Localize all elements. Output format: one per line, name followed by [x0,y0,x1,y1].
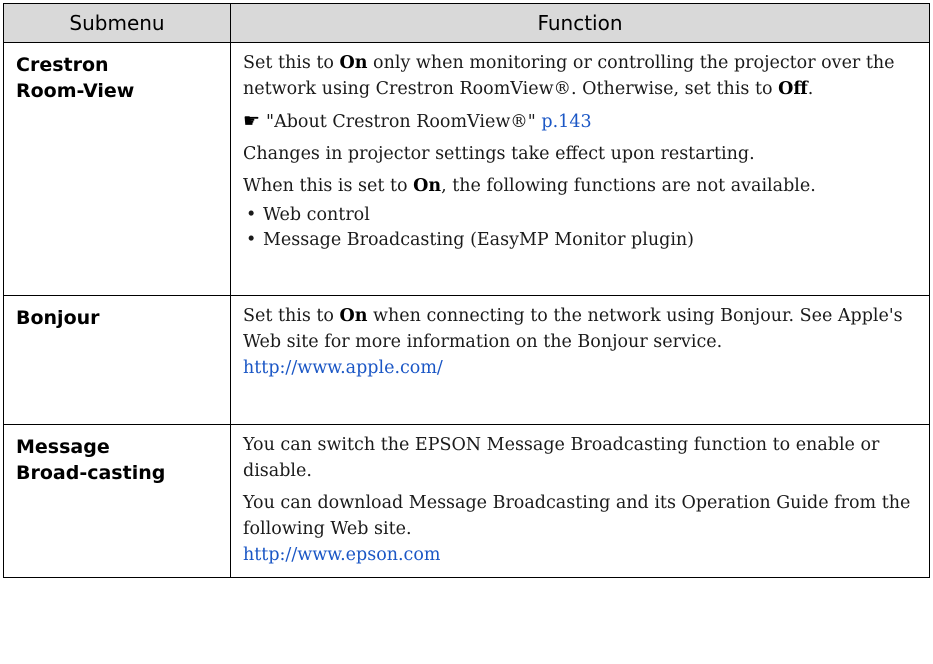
list-item: • Web control [243,203,921,228]
table-row-message-broadcasting: Message Broad-casting You can switch the… [3,424,930,578]
paragraph: Changes in projector settings take effec… [243,144,755,164]
function-crestron: Set this to On only when monitoring or c… [230,42,930,296]
table-row-bonjour: Bonjour Set this to On when connecting t… [3,295,930,425]
epson-website-link[interactable]: http://www.epson.com [243,542,921,568]
bullet-icon: • [246,230,257,250]
table-row-crestron: Crestron Room-View Set this to On only w… [3,42,930,296]
text: Set this to [243,306,340,326]
submenu-label: Message Broad-casting [16,436,166,484]
page-reference-link[interactable]: p.143 [541,112,591,132]
header-row: Submenu Function [3,3,930,43]
list-item-text: Message Broadcasting (EasyMP Monitor plu… [263,230,695,250]
paragraph: Set this to On when connecting to the ne… [243,303,921,355]
paragraph: When this is set to On, the following fu… [243,173,921,199]
text: . [807,79,814,99]
header-submenu: Submenu [3,3,231,43]
submenu-bonjour: Bonjour [3,295,231,425]
paragraph: Set this to On only when monitoring or c… [243,50,921,102]
apple-website-link[interactable]: http://www.apple.com/ [243,355,921,381]
unavailable-functions-list: • Web control • Message Broadcasting (Easy… [243,203,921,253]
function-message-broadcasting: You can switch the EPSON Message Broadca… [230,424,930,578]
bold-text: On [339,306,368,326]
header-function: Function [230,3,930,43]
function-bonjour: Set this to On when connecting to the ne… [230,295,930,425]
bold-text: On [413,176,442,196]
submenu-label: Bonjour [16,307,100,329]
list-item-text: Web control [263,205,370,225]
submenu-crestron: Crestron Room-View [3,42,231,296]
bullet-icon: • [246,205,257,225]
bold-text: Off [778,79,808,99]
text: , the following functions are not availa… [441,176,816,196]
pointing-hand-icon: ☛ [243,110,261,132]
submenu-label: Crestron Room-View [16,54,135,102]
text: Set this to [243,53,340,73]
settings-table: Submenu Function Crestron Room-View Set … [3,3,930,578]
bold-text: On [339,53,368,73]
cross-reference: ☛ "About Crestron RoomView®" p.143 [243,108,921,135]
paragraph: You can download Message Broadcasting an… [243,493,911,539]
submenu-message-broadcasting: Message Broad-casting [3,424,231,578]
reference-text: "About Crestron RoomView®" [266,112,542,132]
list-item: • Message Broadcasting (EasyMP Monitor pl… [243,228,921,253]
paragraph: You can switch the EPSON Message Broadca… [243,435,880,481]
text: When this is set to [243,176,414,196]
